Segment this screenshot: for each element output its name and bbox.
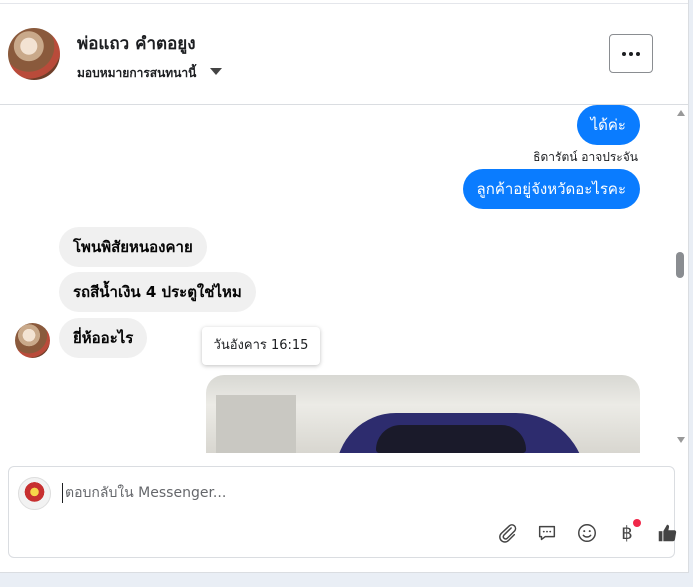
- photo-car-window: [376, 425, 526, 453]
- baht-icon[interactable]: ฿: [615, 519, 641, 545]
- emoji-icon[interactable]: [575, 521, 599, 545]
- message-incoming[interactable]: ยี่ห้ออะไร: [59, 318, 148, 358]
- conversation-panel: พ่อแถว คำตอยูง มอบหมายการสนทนานี้ ได้ค่ะ…: [0, 0, 689, 573]
- like-icon[interactable]: [655, 521, 679, 545]
- more-options-button[interactable]: [609, 34, 653, 73]
- contact-name[interactable]: พ่อแถว คำตอยูง: [77, 30, 196, 57]
- reply-input[interactable]: ตอบกลับใน Messenger...: [62, 483, 226, 503]
- sender-name: ธิดารัตน์ อาจประจัน: [533, 150, 638, 164]
- contact-avatar[interactable]: [8, 28, 60, 80]
- comment-icon[interactable]: [535, 521, 559, 545]
- assign-conversation-label[interactable]: มอบหมายการสนทนานี้: [77, 64, 196, 83]
- caret-down-icon[interactable]: [210, 68, 222, 75]
- timestamp-tooltip: วันอังคาร 16:15: [202, 327, 320, 365]
- scroll-thumb[interactable]: [676, 252, 684, 278]
- baht-symbol: ฿: [621, 522, 633, 544]
- composer-toolbar: ฿: [479, 519, 679, 547]
- message-outgoing[interactable]: ลูกค้าอยู่จังหวัดอะไรคะ: [462, 169, 640, 209]
- contact-avatar-small[interactable]: [15, 323, 50, 358]
- message-incoming[interactable]: รถสีน้ำเงิน 4 ประตูใช่ไหม: [59, 272, 256, 312]
- dot-icon: [622, 51, 626, 56]
- scroll-down-icon[interactable]: [677, 437, 685, 443]
- conversation-header: พ่อแถว คำตอยูง มอบหมายการสนทนานี้: [0, 4, 688, 105]
- dot-icon: [629, 51, 633, 56]
- message-composer: ตอบกลับใน Messenger... ฿: [8, 466, 677, 558]
- scroll-up-icon[interactable]: [677, 110, 685, 116]
- message-photo[interactable]: [206, 375, 640, 453]
- message-list: ได้ค่ะ ธิดารัตน์ อาจประจัน ลูกค้าอยู่จัง…: [0, 105, 688, 453]
- dot-icon: [636, 51, 640, 56]
- photo-wall: [216, 395, 296, 453]
- attach-icon[interactable]: [495, 521, 519, 545]
- message-scrollbar[interactable]: [674, 105, 688, 453]
- message-outgoing[interactable]: ได้ค่ะ: [576, 105, 640, 145]
- page-avatar: [18, 477, 51, 510]
- notification-dot: [633, 519, 641, 527]
- message-incoming[interactable]: โพนพิสัยหนองคาย: [59, 227, 207, 267]
